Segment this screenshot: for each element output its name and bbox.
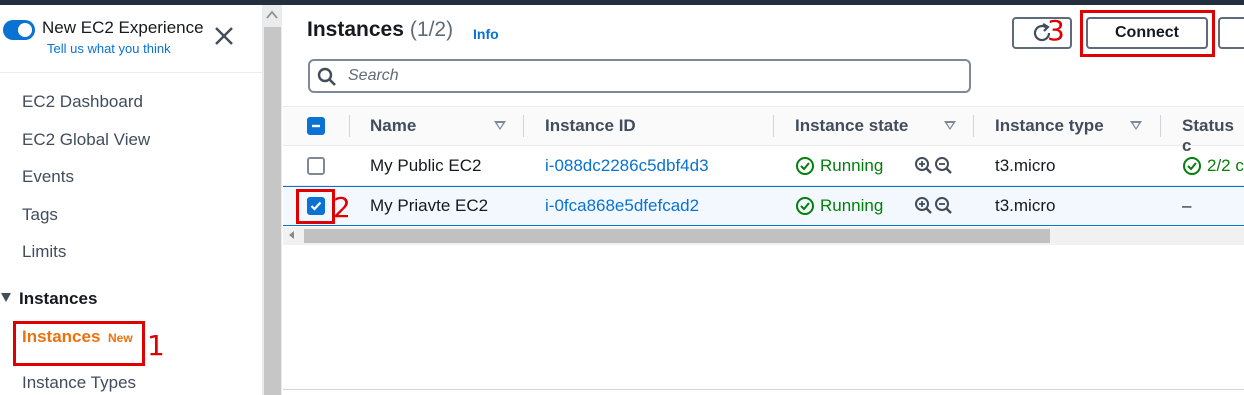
sidebar-item-ec2-global-view[interactable]: EC2 Global View <box>22 130 150 150</box>
feedback-link[interactable]: Tell us what you think <box>47 41 171 56</box>
sidebar-item-events[interactable]: Events <box>22 167 74 187</box>
instance-state-button[interactable] <box>1218 17 1244 49</box>
annotation-number-2: 2 <box>333 191 351 224</box>
search-placeholder: Search <box>348 67 399 84</box>
annotation-box-3 <box>1080 10 1215 57</box>
new-experience-toggle[interactable] <box>3 20 35 40</box>
column-header-instance-state[interactable]: Instance state <box>795 116 908 136</box>
annotation-number-1: 1 <box>147 329 165 362</box>
scroll-up-icon[interactable] <box>266 10 278 20</box>
column-divider <box>523 115 524 137</box>
sidebar-item-ec2-dashboard[interactable]: EC2 Dashboard <box>22 92 143 112</box>
column-header-name[interactable]: Name <box>370 116 416 136</box>
sidebar-divider <box>0 72 262 73</box>
instance-type: t3.micro <box>995 196 1056 215</box>
search-icon <box>317 67 336 86</box>
sidebar-item-limits[interactable]: Limits <box>22 242 66 262</box>
experience-title: New EC2 Experience <box>42 18 204 37</box>
column-divider <box>349 115 350 137</box>
sidebar-item-instance-types[interactable]: Instance Types <box>22 373 136 393</box>
select-all-checkbox[interactable] <box>307 117 325 135</box>
instance-name: My Public EC2 <box>370 156 482 175</box>
horizontal-scroll-thumb[interactable] <box>304 229 1050 243</box>
status-check: 2/2 c <box>1207 156 1244 175</box>
caret-down-icon <box>1 293 11 302</box>
panel-divider <box>283 389 1244 390</box>
sidebar-section-instances[interactable]: Instances <box>0 289 97 309</box>
section-label: Instances <box>19 289 98 308</box>
status-check: – <box>1182 196 1192 215</box>
column-divider <box>1160 115 1161 137</box>
annotation-box-2 <box>296 189 335 224</box>
check-circle-icon <box>796 197 814 215</box>
title-count: (1/2) <box>409 18 454 41</box>
instance-id-link[interactable]: i-088dc2286c5dbf4d3 <box>545 156 709 176</box>
zoom-icons[interactable] <box>914 156 954 176</box>
info-link[interactable]: Info <box>473 26 499 42</box>
sort-icon[interactable] <box>1130 121 1142 130</box>
close-icon[interactable] <box>212 24 236 48</box>
instance-state: Running <box>820 196 884 215</box>
annotation-box-1 <box>13 321 145 366</box>
instance-id-link[interactable]: i-0fca868e5dfefcad2 <box>545 196 699 216</box>
column-divider <box>773 115 774 137</box>
sort-icon[interactable] <box>494 121 506 130</box>
instance-name: My Priavte EC2 <box>370 196 489 215</box>
sidebar-item-tags[interactable]: Tags <box>22 205 58 225</box>
check-circle-icon <box>796 157 814 175</box>
check-circle-icon <box>1183 157 1201 175</box>
scrollbar-thumb[interactable] <box>264 27 281 395</box>
column-header-instance-type[interactable]: Instance type <box>995 116 1104 136</box>
column-header-instance-id[interactable]: Instance ID <box>545 116 636 136</box>
column-divider <box>973 115 974 137</box>
page-title: Instances (1/2) <box>307 18 453 42</box>
sort-icon[interactable] <box>944 121 956 130</box>
instance-type: t3.micro <box>995 156 1056 175</box>
annotation-number-3: 3 <box>1047 14 1065 47</box>
search-input[interactable] <box>308 59 971 93</box>
instance-state: Running <box>820 156 884 175</box>
zoom-icons[interactable] <box>914 196 954 216</box>
minus-icon <box>312 124 320 128</box>
scroll-left-icon[interactable] <box>289 231 294 239</box>
title-text: Instances <box>307 18 404 41</box>
row-checkbox[interactable] <box>307 157 325 175</box>
